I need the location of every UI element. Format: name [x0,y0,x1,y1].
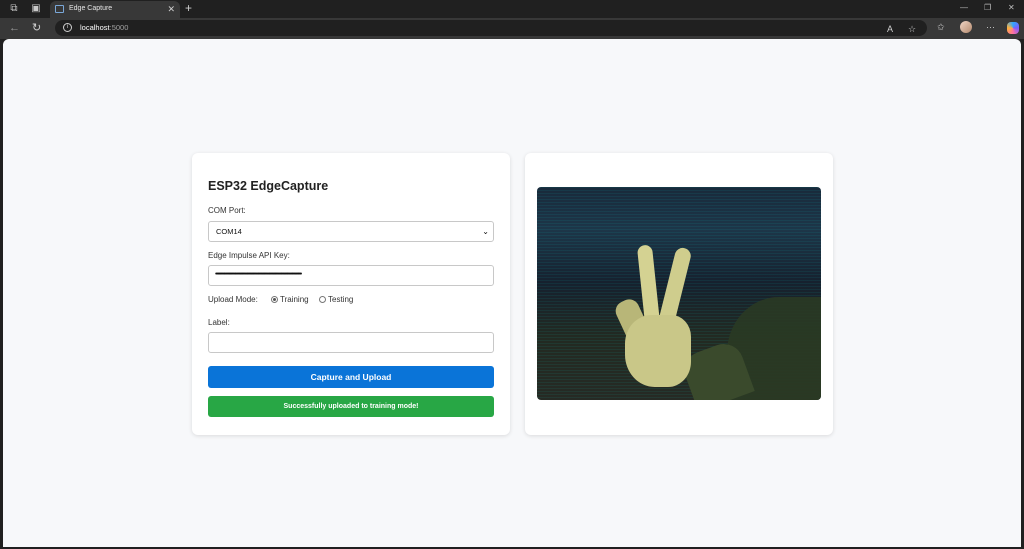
com-port-label: COM Port: [208,206,246,215]
upload-mode-label: Upload Mode: [208,295,258,304]
tab-actions-icon[interactable]: ▣ [30,3,42,15]
page-viewport: ESP32 EdgeCapture COM Port: COM14 ⌄ Edge… [3,39,1021,547]
page-title: ESP32 EdgeCapture [208,179,329,193]
capture-form-card: ESP32 EdgeCapture COM Port: COM14 ⌄ Edge… [192,153,510,435]
radio-testing[interactable] [319,296,326,303]
com-port-value: COM14 [216,227,242,236]
status-message: Successfully uploaded to training mode! [208,396,494,417]
read-aloud-icon[interactable]: A [887,24,893,34]
url-input[interactable]: i localhost:5000 A ☆ [55,20,927,36]
info-icon[interactable]: i [63,23,72,32]
address-bar: ← ↻ i localhost:5000 A ☆ ✩ ··· [0,18,1024,39]
restore-icon[interactable]: ❐ [984,3,991,13]
back-icon[interactable]: ← [9,22,20,34]
refresh-icon[interactable]: ↻ [32,22,41,34]
tab-edge-capture[interactable]: Edge Capture ✕ [50,1,180,18]
workspaces-icon[interactable]: ⧉ [8,3,20,15]
radio-training[interactable] [271,296,278,303]
plus-icon[interactable]: + [185,2,192,15]
label-label: Label: [208,318,230,327]
url-text: localhost:5000 [80,23,129,32]
hand-palm [625,315,691,387]
copilot-icon[interactable] [1007,22,1019,34]
window-close-icon[interactable]: ✕ [1008,3,1015,13]
favorite-icon[interactable]: ☆ [908,24,916,34]
camera-preview-image [537,187,821,400]
radio-testing-label[interactable]: Testing [328,295,353,305]
chevron-down-icon: ⌄ [482,227,489,236]
favorites-icon[interactable]: ✩ [937,22,945,32]
radio-training-label[interactable]: Training [280,295,309,305]
avatar[interactable] [960,21,972,33]
close-icon[interactable]: ✕ [167,3,175,15]
minimize-icon[interactable]: — [960,3,968,13]
com-port-select[interactable]: COM14 ⌄ [208,221,494,242]
api-key-field[interactable]: ••••••••••••••••••••••••••••••••••••••••… [208,265,494,286]
tab-bar: ⧉ ▣ Edge Capture ✕ + — ❐ ✕ [0,0,1024,18]
api-key-label: Edge Impulse API Key: [208,251,290,260]
label-field[interactable] [208,332,494,353]
capture-upload-button[interactable]: Capture and Upload [208,366,494,388]
page-favicon-icon [55,5,64,13]
api-key-value: ••••••••••••••••••••••••••••••••••••••••… [215,271,302,278]
tab-title: Edge Capture [69,5,113,12]
camera-preview-card [525,153,833,435]
more-icon[interactable]: ··· [986,22,995,32]
